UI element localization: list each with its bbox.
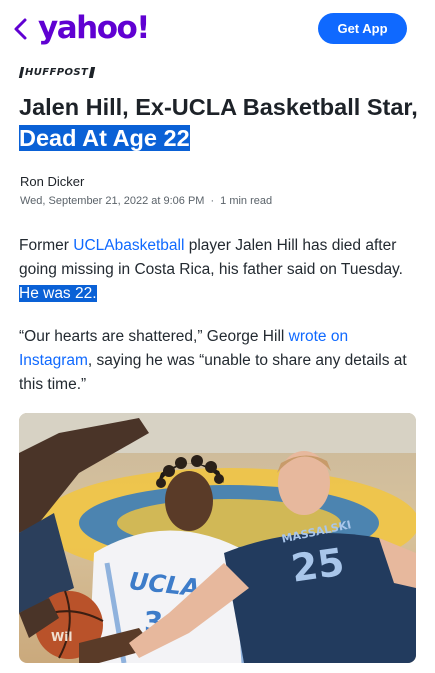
- yahoo-logo[interactable]: yahoo!: [38, 8, 150, 48]
- meta-separator: ·: [210, 195, 215, 207]
- ball-text: Wil: [51, 630, 72, 644]
- back-button[interactable]: [10, 14, 32, 44]
- get-app-button[interactable]: Get App: [318, 13, 407, 44]
- top-bar: yahoo! Get App: [0, 0, 435, 60]
- jersey-back-number: 25: [288, 540, 346, 591]
- paragraph-1: Former UCLAbasketball player Jalen Hill …: [19, 237, 403, 302]
- source-logo: HUFFPOST: [18, 66, 96, 78]
- ucla-basketball-link[interactable]: UCLAbasketball: [73, 237, 184, 254]
- read-time: 1 min read: [220, 195, 273, 207]
- author-name: Ron Dicker: [20, 174, 85, 189]
- publish-date: Wed, September 21, 2022 at 9:06 PM: [20, 195, 205, 207]
- chevron-left-icon: [14, 18, 27, 40]
- headline-highlight: Dead At Age 22: [19, 125, 190, 151]
- article-meta: Wed, September 21, 2022 at 9:06 PM · 1 m…: [20, 195, 272, 207]
- article-headline: Jalen Hill, Ex-UCLA Basketball Star, Dea…: [19, 92, 419, 154]
- headline-text: Jalen Hill, Ex-UCLA Basketball Star,: [19, 94, 418, 120]
- selected-text: He was 22.: [19, 285, 97, 302]
- paragraph-2: “Our hearts are shattered,” George Hill …: [19, 328, 407, 393]
- article-photo[interactable]: UCLA 3 Wil MASSALSKI 25: [19, 413, 416, 663]
- source-name: HUFFPOST: [25, 66, 89, 78]
- basketball-photo: UCLA 3 Wil MASSALSKI 25: [19, 413, 416, 663]
